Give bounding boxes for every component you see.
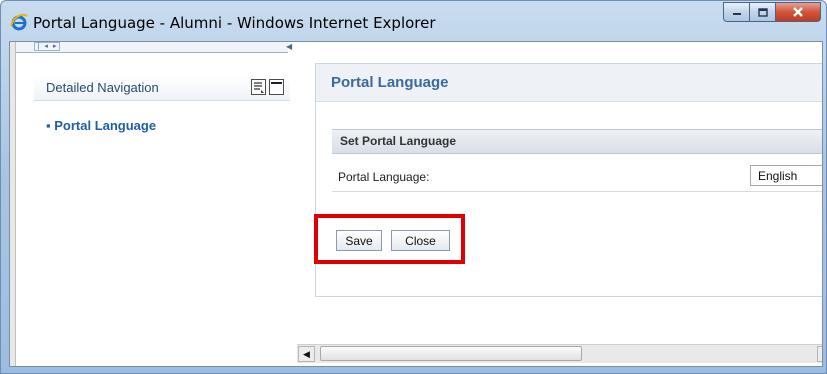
detailed-navigation-title: Detailed Navigation (46, 80, 159, 95)
title-bar: Portal Language - Alumni - Windows Inter… (1, 1, 826, 41)
window-title: Portal Language - Alumni - Windows Inter… (33, 14, 436, 32)
browser-content: | ◂ ▸ ◀ Detailed Navigation ▪ Portal Langu… (9, 41, 823, 367)
close-window-button[interactable] (776, 2, 821, 22)
browser-window: Portal Language - Alumni - Windows Inter… (0, 0, 827, 374)
frame-edge (10, 42, 16, 366)
collapse-icon[interactable]: ◀ (286, 43, 292, 51)
nav-item-portal-language[interactable]: ▪ Portal Language (46, 118, 156, 133)
maximize-icon (757, 7, 768, 17)
portal-language-select[interactable]: English (750, 165, 822, 186)
portal-language-row: Portal Language: English (332, 163, 822, 192)
personalize-icon (254, 82, 264, 93)
maximize-button[interactable] (750, 2, 776, 22)
frame-header: | ◂ ▸ ◀ (16, 42, 292, 53)
window-controls (723, 2, 821, 22)
horizontal-scrollbar[interactable]: ◀ ▶ (297, 344, 823, 363)
scroll-right-icon: ▶ (822, 349, 823, 360)
highlight-box (314, 214, 465, 264)
scroll-left-button[interactable]: ◀ (298, 346, 315, 362)
scroll-thumb[interactable] (320, 346, 582, 361)
portal-language-label: Portal Language: (338, 170, 430, 184)
scroll-right-button[interactable]: ▶ (817, 346, 823, 362)
minimize-panel-icon (271, 82, 282, 84)
scroll-left-icon: ◀ (303, 348, 310, 359)
frame-nav-arrows[interactable]: | ◂ ▸ (34, 42, 60, 51)
group-header: Set Portal Language (332, 129, 822, 154)
minimize-panel-button[interactable] (269, 79, 284, 95)
personalize-button[interactable] (251, 79, 266, 95)
minimize-icon (732, 13, 741, 15)
minimize-button[interactable] (723, 2, 750, 22)
close-icon (793, 7, 803, 17)
portal-language-value: English (758, 169, 798, 183)
ie-logo-icon (10, 13, 28, 31)
page-title: Portal Language (331, 74, 449, 91)
detailed-navigation-header: Detailed Navigation (34, 76, 290, 101)
nav-item-label: Portal Language (54, 118, 157, 133)
group-title: Set Portal Language (340, 134, 457, 148)
content-header: Portal Language (316, 64, 822, 102)
